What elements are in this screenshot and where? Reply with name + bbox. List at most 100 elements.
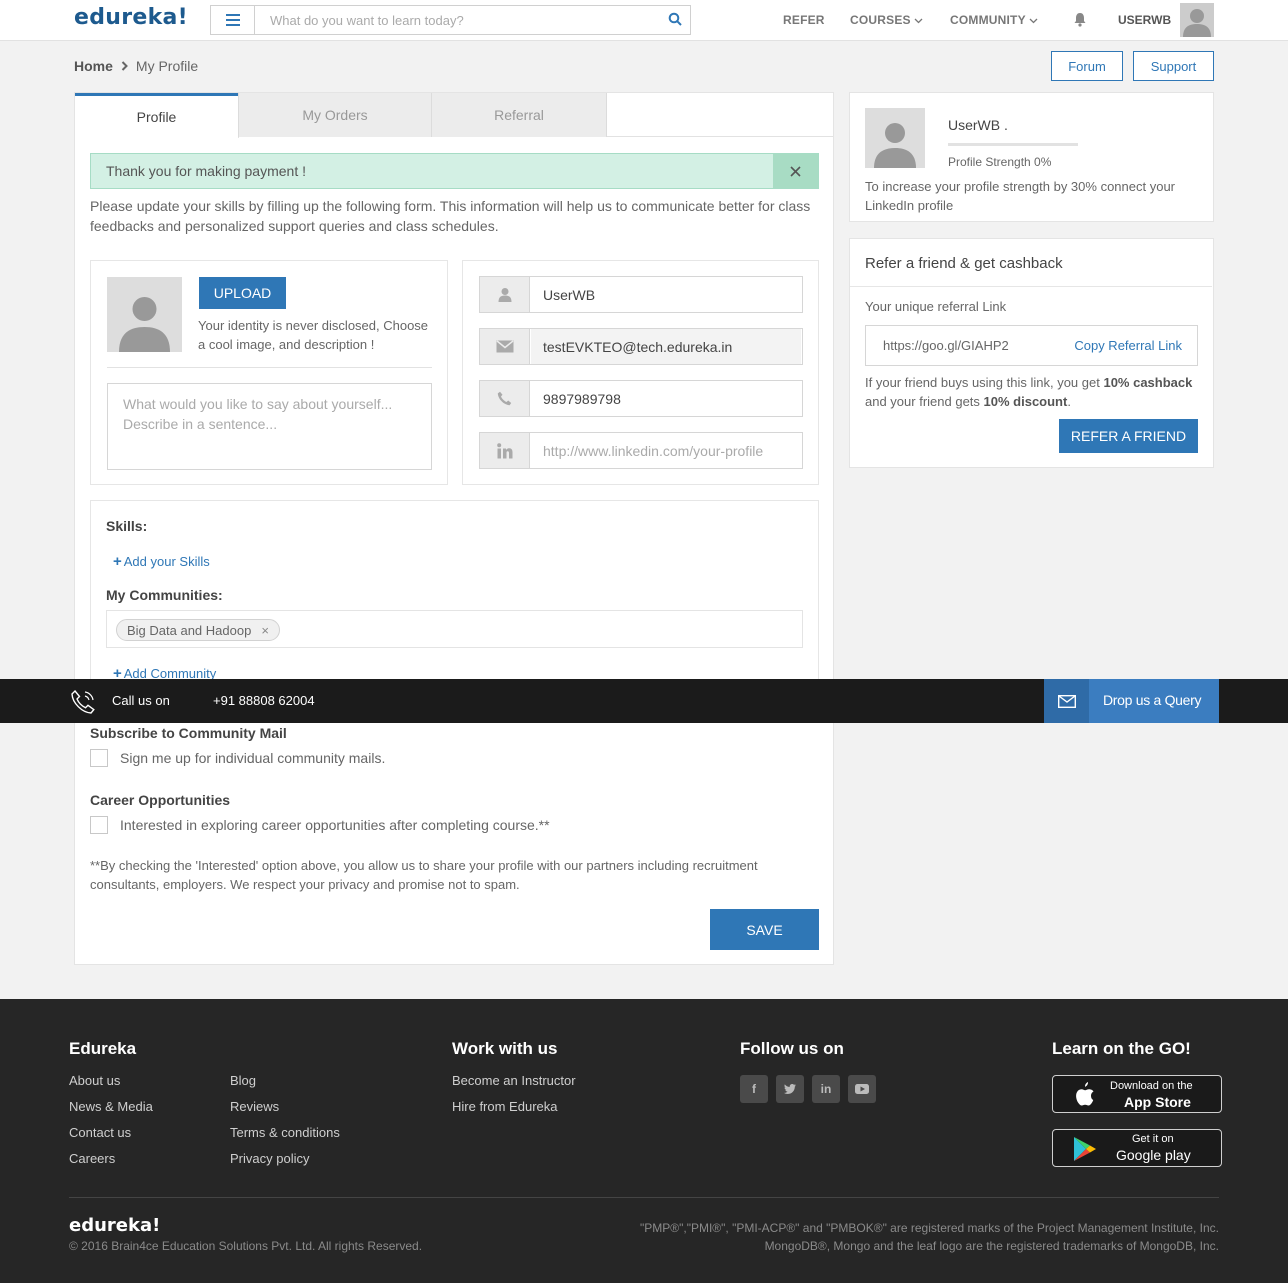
profile-strength-label: Profile Strength 0% xyxy=(948,155,1052,169)
nav-refer-label: REFER xyxy=(783,13,825,27)
breadcrumb-home[interactable]: Home xyxy=(74,58,113,74)
footer-link-contact[interactable]: Contact us xyxy=(69,1125,131,1140)
footer-link-instructor[interactable]: Become an Instructor xyxy=(452,1073,576,1088)
referral-link-url[interactable]: https://goo.gl/GIAHP2 xyxy=(883,338,1009,353)
twitter-icon[interactable] xyxy=(776,1075,804,1103)
nav-community[interactable]: COMMUNITY xyxy=(950,13,1038,27)
referral-link-label: Your unique referral Link xyxy=(865,299,1007,314)
user-icon xyxy=(874,123,916,168)
career-option: Interested in exploring career opportuni… xyxy=(90,816,550,834)
youtube-icon[interactable] xyxy=(848,1075,876,1103)
save-button[interactable]: SAVE xyxy=(710,909,819,950)
footer-link-news[interactable]: News & Media xyxy=(69,1099,153,1114)
facebook-icon[interactable]: f xyxy=(740,1075,768,1103)
google-play-icon xyxy=(1073,1136,1097,1165)
footer-link-privacy[interactable]: Privacy policy xyxy=(230,1151,309,1166)
privacy-disclaimer: **By checking the 'Interested' option ab… xyxy=(90,858,758,892)
about-textarea[interactable] xyxy=(107,383,432,470)
referral-discount: 10% discount xyxy=(983,394,1068,409)
tab-bar: Profile My Orders Referral xyxy=(75,93,833,138)
forum-button[interactable]: Forum xyxy=(1051,51,1123,81)
user-avatar[interactable] xyxy=(1180,3,1214,37)
email-input[interactable] xyxy=(531,329,801,364)
divider xyxy=(850,286,1212,287)
communities-tag-input[interactable]: Big Data and Hadoop × xyxy=(106,610,803,648)
footer-heading-work: Work with us xyxy=(452,1039,558,1058)
refer-friend-button[interactable]: REFER A FRIEND xyxy=(1059,419,1198,453)
google-play-big: Google play xyxy=(1116,1147,1191,1163)
name-input[interactable] xyxy=(531,277,801,312)
search-input[interactable] xyxy=(255,6,655,34)
nav-refer[interactable]: REFER xyxy=(783,13,825,27)
referral-card: Refer a friend & get cashback Your uniqu… xyxy=(849,238,1214,468)
referral-description: If your friend buys using this link, you… xyxy=(865,373,1205,411)
app-store-badge[interactable]: Download on the App Store xyxy=(1052,1075,1222,1113)
career-checkbox[interactable] xyxy=(90,816,108,834)
footer-link-blog[interactable]: Blog xyxy=(230,1073,256,1088)
footer-link-about[interactable]: About us xyxy=(69,1073,120,1088)
google-play-badge[interactable]: Get it on Google play xyxy=(1052,1129,1222,1167)
call-label: Call us on xyxy=(112,693,170,708)
user-icon xyxy=(480,277,530,312)
profile-strength-note: To increase your profile strength by 30%… xyxy=(865,179,1176,213)
avatar-section: UPLOAD Your identity is never disclosed,… xyxy=(90,260,448,485)
chevron-right-icon xyxy=(121,58,128,74)
breadcrumb-current: My Profile xyxy=(135,58,199,74)
add-skills-label: Add your Skills xyxy=(123,554,210,569)
alert-close-button[interactable] xyxy=(773,154,818,188)
community-tag: Big Data and Hadoop × xyxy=(116,619,280,641)
community-mail-option: Sign me up for individual community mail… xyxy=(90,749,385,767)
footer-heading-mobile: Learn on the GO! xyxy=(1052,1039,1191,1058)
career-label: Interested in exploring career opportuni… xyxy=(120,817,550,833)
drop-query-label: Drop us a Query xyxy=(1103,692,1202,708)
footer-link-terms[interactable]: Terms & conditions xyxy=(230,1125,340,1140)
drop-query-button[interactable]: Drop us a Query xyxy=(1044,679,1219,723)
linkedin-icon[interactable]: in xyxy=(812,1075,840,1103)
support-button[interactable]: Support xyxy=(1133,51,1214,81)
call-number[interactable]: +91 88808 62004 xyxy=(213,693,315,708)
referral-link-box: https://goo.gl/GIAHP2 Copy Referral Link xyxy=(865,325,1198,366)
skills-label: Skills: xyxy=(106,518,148,534)
footer-link-reviews[interactable]: Reviews xyxy=(230,1099,279,1114)
linkedin-input[interactable] xyxy=(531,433,801,468)
search-icon[interactable] xyxy=(668,12,682,29)
nav-community-label: COMMUNITY xyxy=(950,13,1026,27)
profile-strength-bar xyxy=(948,143,1078,146)
contact-fields-section xyxy=(462,260,819,485)
tab-profile[interactable]: Profile xyxy=(75,93,239,138)
referral-card-title: Refer a friend & get cashback xyxy=(865,255,1063,272)
tab-my-orders[interactable]: My Orders xyxy=(238,93,432,137)
close-icon xyxy=(790,165,801,177)
nav-courses[interactable]: COURSES xyxy=(850,13,923,27)
apple-icon xyxy=(1073,1082,1095,1111)
community-mail-checkbox[interactable] xyxy=(90,749,108,767)
chevron-down-icon xyxy=(914,13,923,27)
menu-button[interactable] xyxy=(210,5,255,35)
edureka-logo[interactable]: edureka! xyxy=(74,5,188,30)
add-skills-link[interactable]: + Add your Skills xyxy=(113,553,210,570)
referral-desc-pre: If your friend buys using this link, you… xyxy=(865,375,1104,390)
community-mail-label: Sign me up for individual community mail… xyxy=(120,750,386,766)
phone-input[interactable] xyxy=(531,381,801,416)
footer-link-careers[interactable]: Careers xyxy=(69,1151,115,1166)
chevron-down-icon xyxy=(1029,13,1038,27)
upload-button[interactable]: UPLOAD xyxy=(199,277,286,309)
trademark-line-2: MongoDB®, Mongo and the leaf logo are th… xyxy=(764,1239,1219,1253)
footer-link-hire[interactable]: Hire from Edureka xyxy=(452,1099,557,1114)
call-bar: Call us on +91 88808 62004 Drop us a Que… xyxy=(0,679,1288,723)
remove-tag-icon[interactable]: × xyxy=(261,623,269,638)
trademark-notice: "PMP®","PMI®", "PMI-ACP®" and "PMBOK®" a… xyxy=(640,1219,1219,1255)
tab-referral[interactable]: Referral xyxy=(431,93,607,137)
intro-text: Please update your skills by filling up … xyxy=(90,198,811,234)
bell-icon[interactable] xyxy=(1073,12,1087,30)
name-field xyxy=(479,276,803,313)
trademark-line-1: "PMP®","PMI®", "PMI-ACP®" and "PMBOK®" a… xyxy=(640,1221,1219,1235)
user-menu[interactable]: USERWB xyxy=(1118,13,1171,27)
envelope-icon xyxy=(480,329,530,364)
copy-referral-link[interactable]: Copy Referral Link xyxy=(1074,338,1182,353)
profile-card-name: UserWB . xyxy=(948,117,1008,133)
email-field xyxy=(479,328,803,365)
hamburger-icon xyxy=(225,14,240,26)
identity-note: Your identity is never disclosed, Choose… xyxy=(198,318,429,352)
skills-section: Skills: + Add your Skills My Communities:… xyxy=(90,500,819,682)
